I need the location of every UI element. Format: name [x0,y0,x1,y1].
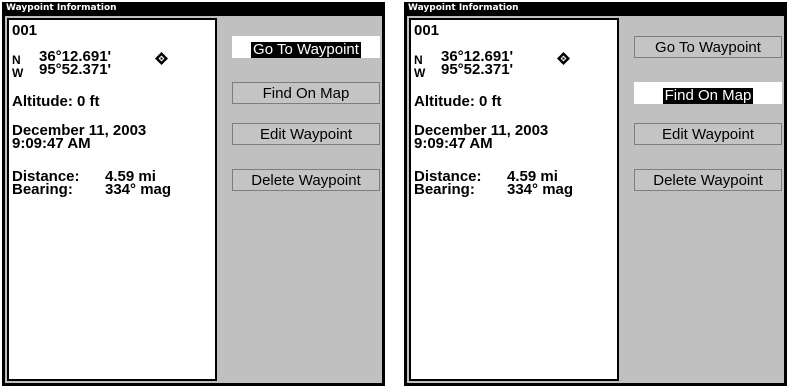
waypoint-info-screen-left: Waypoint Information 001 N 36°12.691' W … [2,2,385,386]
waypoint-diamond-icon [155,52,168,65]
find-on-map-button[interactable]: Find On Map [634,82,782,104]
time-text: 9:09:47 AM [414,135,493,152]
delete-waypoint-button[interactable]: Delete Waypoint [634,169,782,191]
latitude-hemisphere: N [12,53,21,67]
bearing-value: 334° mag [105,181,172,198]
longitude-hemisphere: W [12,66,24,80]
waypoint-name: 001 [414,22,440,39]
waypoint-info-screen-right: Waypoint Information 001 N 36°12.691' W … [404,2,787,386]
latitude-hemisphere: N [414,53,423,67]
waypoint-name: 001 [12,22,38,39]
waypoint-details-box: 001 N 36°12.691' W 95°52.371' Altitude: … [409,18,619,381]
waypoint-diamond-icon [557,52,570,65]
go-to-waypoint-button[interactable]: Go To Waypoint [634,36,782,58]
find-on-map-button[interactable]: Find On Map [232,82,380,104]
dialog-panel: 001 N 36°12.691' W 95°52.371' Altitude: … [5,16,382,383]
bearing-label: Bearing: [414,181,475,198]
altitude-text: Altitude: 0 ft [12,93,100,110]
longitude-value: 95°52.371' [441,61,514,78]
window-title: Waypoint Information [408,3,519,13]
edit-waypoint-button[interactable]: Edit Waypoint [232,123,380,145]
button-label: Go To Waypoint [251,41,361,58]
window-title: Waypoint Information [6,3,117,13]
longitude-hemisphere: W [414,66,426,80]
dialog-panel: 001 N 36°12.691' W 95°52.371' Altitude: … [407,16,784,383]
delete-waypoint-button[interactable]: Delete Waypoint [232,169,380,191]
go-to-waypoint-button[interactable]: Go To Waypoint [232,36,380,58]
waypoint-details-box: 001 N 36°12.691' W 95°52.371' Altitude: … [7,18,217,381]
edit-waypoint-button[interactable]: Edit Waypoint [634,123,782,145]
bearing-value: 334° mag [507,181,574,198]
bearing-label: Bearing: [12,181,73,198]
longitude-value: 95°52.371' [39,61,112,78]
altitude-text: Altitude: 0 ft [414,93,502,110]
time-text: 9:09:47 AM [12,135,91,152]
button-label: Find On Map [662,87,754,104]
